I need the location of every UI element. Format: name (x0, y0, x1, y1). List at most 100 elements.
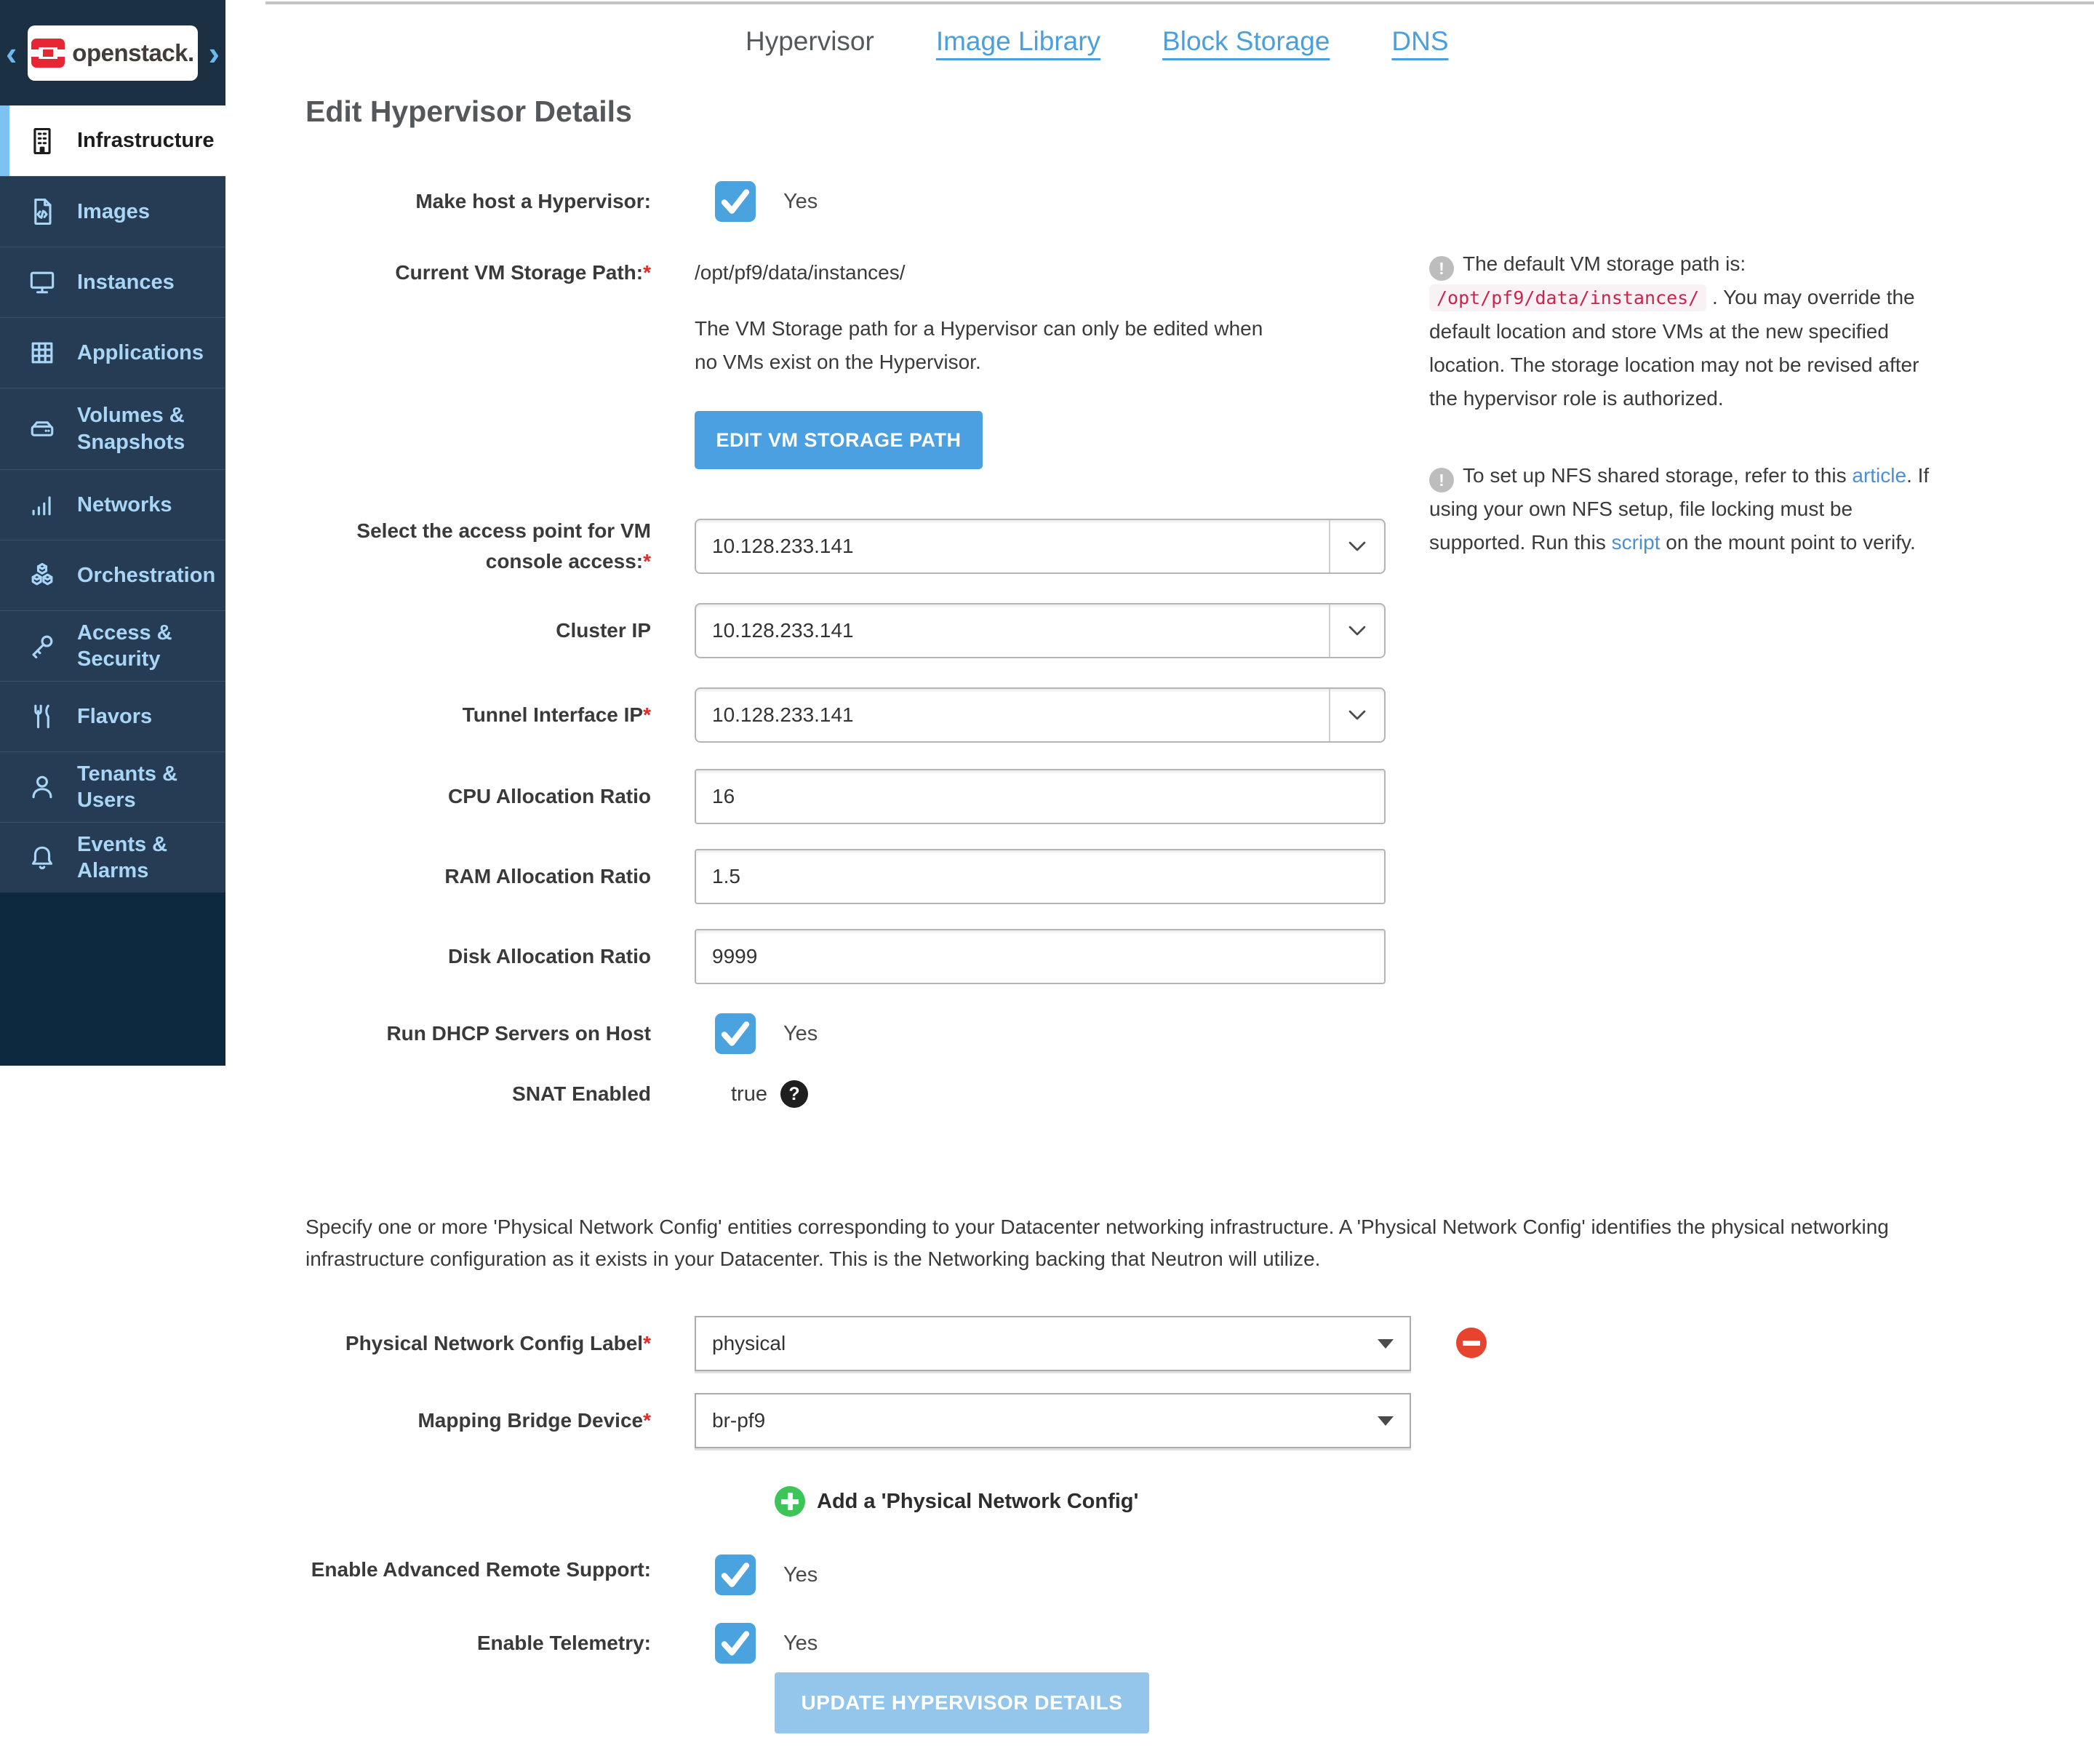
sidebar-item-label: Images (77, 199, 150, 223)
tab-image-library[interactable]: Image Library (936, 26, 1100, 57)
sidebar-item-events-alarms[interactable]: Events & Alarms (0, 822, 225, 893)
chevron-down-icon (1329, 520, 1384, 572)
sidebar-item-tenants-users[interactable]: Tenants & Users (0, 751, 225, 822)
remove-config-button[interactable] (1456, 1328, 1487, 1358)
help-question-icon[interactable]: ? (780, 1080, 808, 1108)
tab-block-storage[interactable]: Block Storage (1162, 26, 1330, 57)
network-config-form: Physical Network Config Label* physical … (225, 1316, 2094, 1733)
sidebar-item-flavors[interactable]: Flavors (0, 681, 225, 751)
cubes-icon (26, 559, 58, 591)
access-point-label: Select the access point for VM console a… (356, 519, 651, 572)
config-label-row: Physical Network Config Label* physical (225, 1316, 2094, 1371)
select-value: br-pf9 (712, 1409, 766, 1432)
make-host-yes-text: Yes (783, 189, 818, 213)
remote-support-row: Enable Advanced Remote Support: Yes (225, 1555, 2094, 1595)
required-asterisk: * (643, 1332, 651, 1354)
checkmark-icon (715, 1563, 756, 1598)
script-link[interactable]: script (1612, 531, 1661, 554)
cpu-ratio-input[interactable] (695, 769, 1386, 824)
disk-ratio-row: Disk Allocation Ratio (225, 929, 2094, 984)
storage-path-help: The VM Storage path for a Hypervisor can… (695, 317, 1263, 373)
add-config-link[interactable]: Add a 'Physical Network Config' (817, 1490, 1138, 1514)
telemetry-row: Enable Telemetry: Yes (225, 1621, 2094, 1665)
storage-path-code: /opt/pf9/data/instances/ (1429, 284, 1707, 311)
chevron-right-icon[interactable]: › (207, 36, 221, 70)
openstack-logo[interactable]: openstack. (28, 25, 198, 81)
sidebar-item-networks[interactable]: Networks (0, 469, 225, 540)
image-file-icon (26, 196, 58, 228)
bell-icon (26, 842, 58, 874)
sidebar-item-volumes-snapshots[interactable]: Volumes & Snapshots (0, 388, 225, 469)
bridge-device-label: Mapping Bridge Device* (417, 1409, 651, 1432)
make-host-label: Make host a Hypervisor: (415, 190, 651, 212)
bridge-device-select[interactable]: br-pf9 (695, 1393, 1411, 1448)
sidebar-item-images[interactable]: Images (0, 176, 225, 247)
telemetry-checkbox[interactable] (715, 1623, 756, 1664)
note-text: The default VM storage path is: (1463, 252, 1746, 275)
tab-hypervisor[interactable]: Hypervisor (746, 26, 874, 57)
snat-value: true (731, 1082, 767, 1106)
select-value: physical (712, 1332, 786, 1354)
update-hypervisor-button[interactable]: UPDATE HYPERVISOR DETAILS (775, 1672, 1149, 1733)
ram-ratio-input[interactable] (695, 849, 1386, 904)
sidebar-item-applications[interactable]: Applications (0, 317, 225, 388)
sidebar-item-label: Events & Alarms (77, 832, 168, 882)
sidebar-item-label: Networks (77, 492, 172, 516)
make-host-checkbox[interactable] (715, 181, 756, 222)
add-plus-icon[interactable] (775, 1486, 805, 1517)
tunnel-ip-dropdown[interactable]: 10.128.233.141 (695, 687, 1386, 743)
building-icon (26, 125, 58, 157)
disk-ratio-label: Disk Allocation Ratio (447, 945, 651, 967)
cluster-ip-dropdown[interactable]: 10.128.233.141 (695, 603, 1386, 658)
caret-down-icon (1378, 1416, 1394, 1426)
disk-ratio-input[interactable] (695, 929, 1386, 984)
update-button-row: UPDATE HYPERVISOR DETAILS (305, 1672, 2094, 1733)
sidebar-item-label: Instances (77, 270, 175, 294)
checkmark-icon (715, 1021, 756, 1057)
make-host-row: Make host a Hypervisor: Yes (225, 180, 2094, 223)
tunnel-ip-label: Tunnel Interface IP* (462, 703, 651, 726)
tab-dns[interactable]: DNS (1391, 26, 1448, 57)
signal-bars-icon (26, 489, 58, 521)
sidebar: ‹ openstack. › Infrastructure Images Ins… (0, 0, 225, 1066)
sidebar-item-orchestration[interactable]: Orchestration (0, 540, 225, 610)
bridge-device-row: Mapping Bridge Device* br-pf9 (225, 1393, 2094, 1448)
dhcp-row: Run DHCP Servers on Host Yes (225, 1012, 2094, 1055)
sidebar-nav: Infrastructure Images Instances Applicat… (0, 105, 225, 893)
sidebar-item-access-security[interactable]: Access & Security (0, 610, 225, 681)
article-link[interactable]: article (1852, 464, 1906, 487)
storage-path-label: Current VM Storage Path:* (395, 261, 651, 284)
dhcp-checkbox[interactable] (715, 1013, 756, 1054)
main-content: Hypervisor Image Library Block Storage D… (225, 0, 2094, 1764)
openstack-logo-text: openstack. (72, 39, 194, 66)
add-config-row: Add a 'Physical Network Config' (225, 1486, 2094, 1517)
network-config-description: Specify one or more 'Physical Network Co… (305, 1216, 1889, 1270)
info-icon (1429, 256, 1454, 281)
remote-support-yes-text: Yes (783, 1563, 818, 1587)
edit-vm-storage-path-button[interactable]: EDIT VM STORAGE PATH (695, 411, 983, 469)
required-asterisk: * (643, 261, 651, 284)
sidebar-item-infrastructure[interactable]: Infrastructure (0, 105, 225, 176)
user-icon (26, 771, 58, 803)
dropdown-value: 10.128.233.141 (712, 703, 854, 726)
sidebar-item-label: Infrastructure (77, 129, 215, 153)
sidebar-item-label: Applications (77, 340, 204, 364)
cpu-ratio-row: CPU Allocation Ratio (225, 769, 2094, 824)
chevron-down-icon (1329, 604, 1384, 657)
tunnel-ip-row: Tunnel Interface IP* 10.128.233.141 (225, 687, 2094, 743)
note-text: To set up NFS shared storage, refer to t… (1463, 464, 1853, 487)
sidebar-item-label: Access & Security (77, 620, 172, 671)
sidebar-item-instances[interactable]: Instances (0, 247, 225, 317)
sidebar-item-label: Tenants & Users (77, 762, 178, 812)
access-point-dropdown[interactable]: 10.128.233.141 (695, 519, 1386, 574)
cluster-ip-row: Cluster IP 10.128.233.141 (225, 603, 2094, 658)
openstack-logo-mark-icon (31, 38, 65, 68)
remote-support-checkbox[interactable] (715, 1555, 756, 1595)
chevron-left-icon[interactable]: ‹ (4, 36, 18, 70)
sidebar-item-label: Flavors (77, 704, 153, 728)
snat-label: SNAT Enabled (512, 1082, 651, 1105)
top-divider (265, 1, 2094, 4)
physical-network-config-select[interactable]: physical (695, 1316, 1411, 1371)
cluster-ip-label: Cluster IP (556, 619, 651, 642)
required-asterisk: * (643, 550, 651, 572)
